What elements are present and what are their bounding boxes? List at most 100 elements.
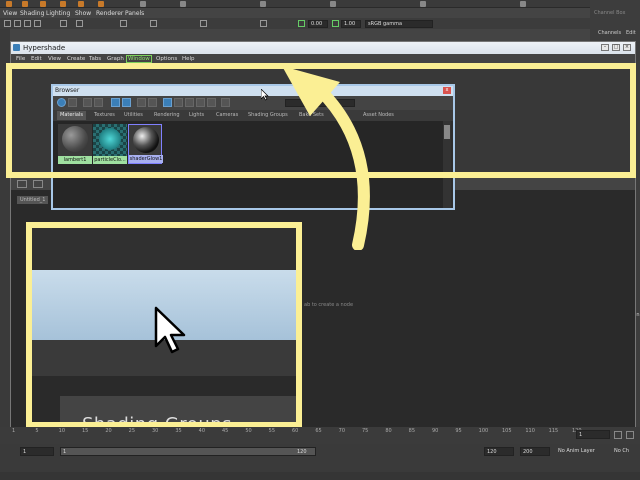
character-select[interactable]: No Ch <box>612 447 640 456</box>
tick-label: 1 <box>12 428 16 434</box>
menu-tabs[interactable]: Tabs <box>89 56 101 62</box>
tick-label: 15 <box>82 428 89 434</box>
tick-label: 100 <box>478 428 489 434</box>
shelf-tool-icon[interactable] <box>78 1 84 7</box>
menu-lighting[interactable]: Lighting <box>46 10 70 17</box>
tick-label: 90 <box>432 428 439 434</box>
wireframe-icon[interactable] <box>24 20 31 27</box>
menu-view[interactable]: View <box>48 56 61 62</box>
shelf-tool-icon[interactable] <box>140 1 146 7</box>
time-slider[interactable]: 1 5 10 15 20 25 30 35 40 45 50 55 60 65 70 75 80 85 90 95 10… <box>0 427 640 444</box>
key-icon[interactable] <box>614 431 622 439</box>
camera-icon[interactable] <box>4 20 11 27</box>
menu-graph[interactable]: Graph <box>107 56 124 62</box>
range-inner-end: 120 <box>297 449 307 455</box>
exposure-icon[interactable] <box>298 20 305 27</box>
gamma-field[interactable]: 1.00 <box>341 20 361 28</box>
shelf-tool-icon[interactable] <box>520 1 526 7</box>
close-icon[interactable]: × <box>623 44 631 51</box>
play-icon[interactable] <box>626 431 634 439</box>
shadow-icon[interactable] <box>120 20 127 27</box>
shelf-tool-icon[interactable] <box>98 1 104 7</box>
tick-label: 35 <box>175 428 182 434</box>
maya-app-icon <box>13 44 20 51</box>
channel-box-label: Channel Box <box>594 10 626 16</box>
shelf-tool-icon[interactable] <box>180 1 186 7</box>
shelf-tool-icon[interactable] <box>22 1 28 7</box>
tick-label: 85 <box>408 428 416 434</box>
tick-label: 10 <box>58 428 66 434</box>
texture-icon[interactable] <box>60 20 67 27</box>
maximize-icon[interactable]: □ <box>612 44 620 51</box>
tick-label: 45 <box>222 428 229 434</box>
menu-show[interactable]: Show <box>75 10 91 17</box>
zoom-inset: Shading Groups <box>26 222 302 428</box>
menu-panels[interactable]: Panels <box>125 10 144 17</box>
light-icon[interactable] <box>76 20 83 27</box>
tab-channels[interactable]: Channels <box>598 30 621 36</box>
menu-shading[interactable]: Shading <box>20 10 44 17</box>
tick-label: 105 <box>502 428 512 434</box>
range-slider-bar: 1 1 120 120 200 No Anim Layer No Ch <box>0 444 640 460</box>
shelf-tool-icon[interactable] <box>60 1 66 7</box>
shelf-tool-icon[interactable] <box>420 1 426 7</box>
colorspace-select[interactable]: sRGB gamma <box>365 20 433 28</box>
hypershade-titlebar[interactable]: Hypershade – □ × <box>11 42 635 54</box>
anim-layer-select[interactable]: No Anim Layer <box>556 447 606 456</box>
command-line[interactable] <box>0 460 640 472</box>
current-frame-field[interactable]: 1 <box>576 430 610 439</box>
tick-label: 75 <box>362 428 369 434</box>
tick-label: 115 <box>548 428 559 434</box>
tick-label: 50 <box>245 428 252 434</box>
shelf-tool-icon[interactable] <box>260 1 266 7</box>
menu-file[interactable]: File <box>16 56 25 62</box>
range-slider[interactable]: 1 120 <box>60 447 316 456</box>
minimize-icon[interactable]: – <box>601 44 609 51</box>
end-frame-field[interactable]: 120 <box>484 447 514 456</box>
tick-label: 40 <box>198 428 206 434</box>
tick-label: 55 <box>268 428 276 434</box>
xray-icon[interactable] <box>200 20 207 27</box>
exposure-field[interactable]: 0.00 <box>308 20 328 28</box>
viewport-toolbar: 0.00 1.00 sRGB gamma <box>0 18 590 29</box>
zoomed-shading-groups-label: Shading Groups <box>82 414 233 428</box>
help-line <box>0 472 640 480</box>
gamma-icon[interactable] <box>332 20 339 27</box>
graph-tool-icon[interactable] <box>17 180 27 188</box>
tick-label: 95 <box>455 428 462 434</box>
maya-shelf-bar <box>0 0 640 8</box>
menu-options[interactable]: Options <box>156 56 177 62</box>
tick-label: 20 <box>105 428 112 434</box>
tick-label: 70 <box>338 428 346 434</box>
tab-untitled[interactable]: Untitled_1 <box>17 196 49 204</box>
shelf-tool-icon[interactable] <box>40 1 46 7</box>
max-frame-field[interactable]: 200 <box>520 447 550 456</box>
isolate-icon[interactable] <box>150 20 157 27</box>
shelf-tool-icon[interactable] <box>330 1 336 7</box>
grid-icon[interactable] <box>14 20 21 27</box>
menu-edit[interactable]: Edit <box>31 56 42 62</box>
zoomed-panel: Shading Groups <box>32 376 296 422</box>
menu-view[interactable]: View <box>3 10 17 17</box>
shaded-icon[interactable] <box>34 20 41 27</box>
tick-label: 30 <box>152 428 159 434</box>
menu-window[interactable]: Window <box>126 55 152 63</box>
menu-renderer[interactable]: Renderer <box>96 10 123 17</box>
graph-tool-icon[interactable] <box>33 180 43 188</box>
tick-label: 60 <box>292 428 299 434</box>
tab-edit[interactable]: Edit <box>626 30 636 36</box>
empty-graph-hint: ab to create a node <box>304 302 354 308</box>
menu-create[interactable]: Create <box>67 56 85 62</box>
menu-help[interactable]: Help <box>182 56 195 62</box>
zoomed-tab-strip: Shading Groups <box>60 396 296 428</box>
mouse-pointer-icon <box>261 89 269 101</box>
gate-icon[interactable] <box>260 20 267 27</box>
range-inner-start: 1 <box>63 449 67 455</box>
shelf-tool-icon[interactable] <box>6 1 12 7</box>
tick-label: 110 <box>525 428 535 434</box>
tick-label: 65 <box>315 428 322 434</box>
start-frame-field[interactable]: 1 <box>20 447 54 456</box>
mouse-pointer-icon <box>154 306 186 354</box>
panel-menu-bar: View Shading Lighting Show Renderer Pane… <box>0 8 640 18</box>
tick-label: 25 <box>128 428 136 434</box>
